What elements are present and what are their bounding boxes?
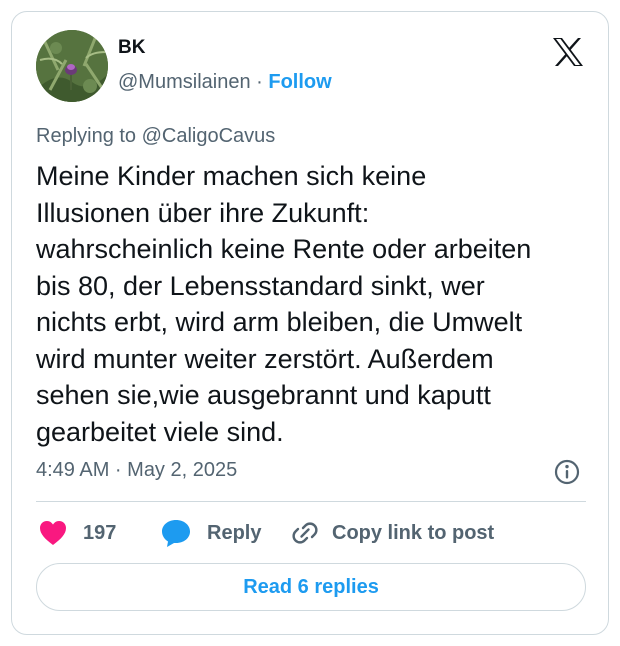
reply-button[interactable]: Reply — [161, 518, 261, 548]
tweet-line: nichts erbt, wird arm bleiben, die Umwel… — [36, 307, 523, 337]
author-handle[interactable]: @Mumsilainen — [118, 71, 251, 93]
replying-to[interactable]: Replying to @CaligoCavus — [36, 125, 275, 148]
read-replies-button[interactable]: Read 6 replies — [36, 563, 586, 611]
x-logo-icon[interactable] — [552, 37, 584, 67]
speech-bubble-icon — [162, 520, 190, 547]
avatar[interactable] — [36, 30, 108, 102]
author-name[interactable]: BK — [118, 37, 145, 59]
timestamp[interactable]: 4:49 AM · May 2, 2025 — [36, 459, 237, 482]
like-button[interactable]: 197 — [39, 518, 116, 548]
author-handle-row: @Mumsilainen · Follow — [118, 71, 332, 94]
tweet-line: sehen sie,wie ausgebrannt und kaputt — [36, 380, 491, 410]
like-count: 197 — [83, 521, 117, 544]
handle-separator: · — [256, 71, 263, 93]
tweet-line: bis 80, der Lebensstandard sinkt, wer — [36, 270, 485, 301]
tweet-line: Meine Kinder machen sich keine — [36, 161, 427, 191]
copy-link-button[interactable]: Copy link to post — [292, 518, 494, 548]
reply-label: Reply — [207, 521, 262, 544]
link-icon — [292, 522, 318, 544]
tweet-line: wahrscheinlich keine Rente oder arbeiten — [36, 234, 532, 264]
tweet-text: Meine Kinder machen sich keine Illusione… — [36, 158, 596, 450]
tweet-line: wird munter weiter zerstört. Außerdem — [36, 343, 494, 374]
tweet-line: Illusionen über ihre Zukunft: — [36, 197, 370, 228]
tweet-card: BK @Mumsilainen · Follow Replying to @Ca… — [11, 11, 609, 635]
thistle-photo-avatar-icon — [36, 30, 108, 102]
info-icon[interactable] — [553, 458, 581, 486]
copy-link-label: Copy link to post — [332, 521, 495, 544]
follow-button[interactable]: Follow — [268, 71, 331, 93]
tweet-line: gearbeitet viele sind. — [36, 416, 284, 447]
heart-icon — [40, 521, 66, 545]
divider — [36, 501, 586, 502]
read-replies-label: Read 6 replies — [243, 575, 379, 598]
